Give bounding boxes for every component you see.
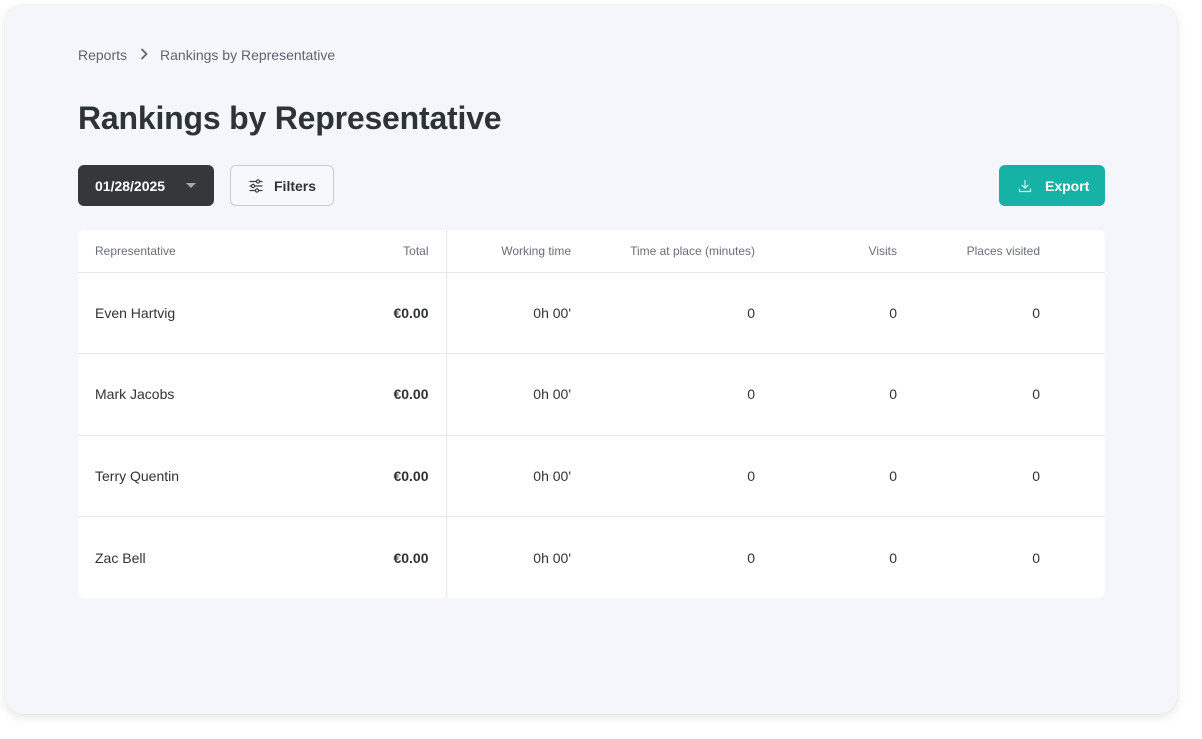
cell-working-time: 0h 00': [533, 549, 571, 566]
cell-places-visited: 0: [897, 353, 1040, 436]
column-header-representative[interactable]: Representative: [78, 230, 378, 273]
table-row[interactable]: Terry Quentin €0.00 0h 00' 0 0 0: [78, 435, 1105, 517]
date-picker-value: 01/28/2025: [95, 177, 166, 194]
cell-spacer: [1040, 272, 1105, 354]
caret-down-icon: [186, 183, 196, 188]
date-picker-button[interactable]: 01/28/2025: [78, 165, 214, 206]
column-header-total[interactable]: Total: [378, 230, 447, 273]
cell-total: €0.00: [378, 516, 447, 598]
cell-places-visited: 0: [897, 435, 1040, 517]
cell-total: €0.00: [378, 435, 447, 517]
filters-button[interactable]: Filters: [230, 165, 334, 206]
cell-working-time: 0h 00': [446, 435, 571, 517]
breadcrumb-reports-link[interactable]: Reports: [78, 47, 127, 63]
cell-time-at-place: 0: [571, 435, 755, 517]
cell-representative: Zac Bell: [95, 549, 146, 566]
filters-label: Filters: [274, 177, 317, 194]
cell-visits: 0: [889, 549, 897, 566]
export-label: Export: [1045, 177, 1090, 194]
sliders-icon: [248, 178, 264, 194]
cell-time-at-place: 0: [747, 549, 755, 566]
page-title: Rankings by Representative: [78, 100, 502, 136]
table-header-row: Representative Total Working time Time a…: [78, 230, 1105, 273]
column-header-visits[interactable]: Visits: [755, 230, 897, 273]
export-button[interactable]: Export: [999, 165, 1105, 206]
cell-spacer: [1040, 353, 1105, 436]
cell-spacer: [1040, 517, 1105, 599]
cell-visits: 0: [755, 272, 897, 354]
column-header-spacer: [1040, 230, 1105, 273]
chevron-right-icon: [135, 47, 153, 63]
cell-places-visited: 0: [897, 272, 1040, 354]
table-row[interactable]: Even Hartvig €0.00 0h 00' 0 0 0: [78, 272, 1105, 354]
breadcrumb-current: Rankings by Representative: [160, 47, 336, 63]
report-card: Reports Rankings by Representative Ranki…: [5, 5, 1177, 714]
cell-representative: Even Hartvig: [78, 272, 378, 354]
cell-total: €0.00: [378, 353, 447, 436]
rankings-table: Representative Total Working time Time a…: [78, 230, 1105, 598]
column-header-places-visited[interactable]: Places visited: [897, 230, 1040, 273]
cell-time-at-place: 0: [571, 353, 755, 436]
cell-total: €0.00: [378, 272, 447, 354]
cell-spacer: [1040, 435, 1105, 517]
cell-working-time: 0h 00': [446, 353, 571, 436]
cell-representative: Terry Quentin: [78, 435, 378, 517]
cell-time-at-place: 0: [571, 272, 755, 354]
column-header-time-at-place[interactable]: Time at place (minutes): [571, 230, 755, 273]
table-row[interactable]: Mark Jacobs €0.00 0h 00' 0 0 0: [78, 353, 1105, 436]
cell-visits: 0: [755, 435, 897, 517]
breadcrumb: Reports Rankings by Representative: [78, 47, 335, 63]
cell-representative: Mark Jacobs: [78, 353, 378, 436]
cell-working-time: 0h 00': [446, 272, 571, 354]
table-row[interactable]: Zac Bell €0.00 0h 00' 0 0 0: [78, 516, 1105, 599]
cell-visits: 0: [755, 353, 897, 436]
cell-places-visited: 0: [1032, 549, 1040, 566]
column-header-working-time[interactable]: Working time: [446, 230, 571, 273]
download-icon: [1018, 179, 1032, 193]
